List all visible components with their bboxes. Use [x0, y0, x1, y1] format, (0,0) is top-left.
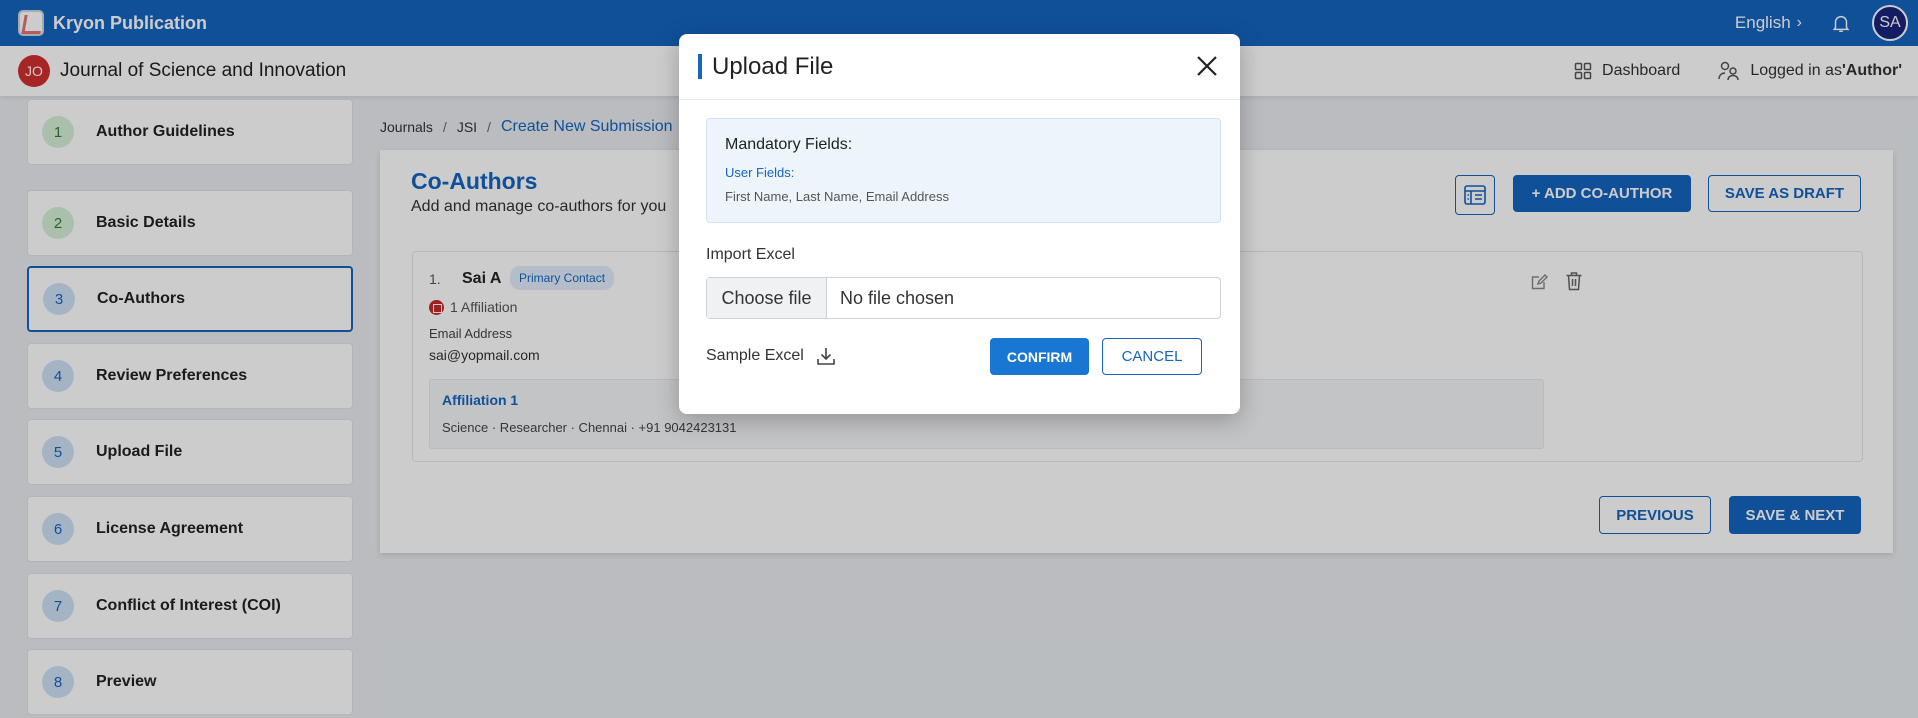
file-status: No file chosen: [840, 288, 955, 308]
upload-file-modal: Upload File Mandatory Fields: User Field…: [679, 34, 1240, 414]
choose-file-button[interactable]: Choose file: [707, 278, 827, 318]
import-excel-label: Import Excel: [706, 246, 795, 263]
cancel-button[interactable]: CANCEL: [1102, 338, 1202, 375]
modal-title: Upload File: [712, 53, 834, 80]
download-icon[interactable]: [816, 346, 836, 366]
confirm-button[interactable]: CONFIRM: [990, 338, 1089, 375]
sample-excel-link[interactable]: Sample Excel: [706, 346, 836, 366]
mandatory-fields-box: Mandatory Fields: User Fields: First Nam…: [706, 118, 1221, 223]
mandatory-fields-title: Mandatory Fields:: [725, 136, 853, 153]
close-button[interactable]: [1194, 54, 1220, 80]
title-accent-bar: [698, 54, 702, 79]
modal-header: Upload File: [679, 34, 1240, 100]
user-fields-label: User Fields:: [725, 165, 795, 180]
close-icon: [1197, 55, 1217, 76]
sample-excel-label: Sample Excel: [706, 347, 804, 364]
user-fields-list: First Name, Last Name, Email Address: [725, 189, 949, 204]
file-input[interactable]: Choose file No file chosen: [706, 277, 1221, 319]
